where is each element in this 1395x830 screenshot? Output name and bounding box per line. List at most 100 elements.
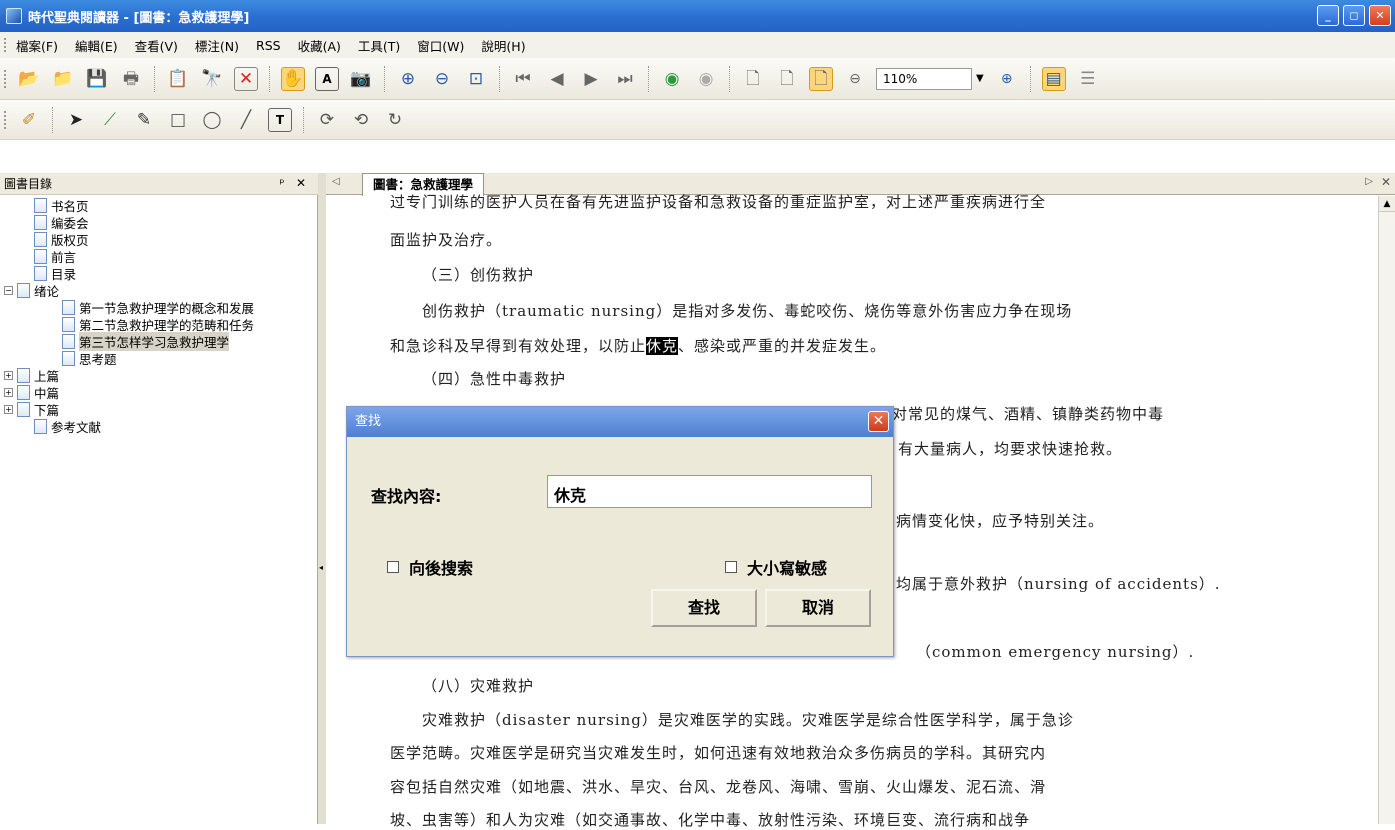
tree-item[interactable]: + 上篇 bbox=[4, 367, 59, 384]
expand-icon[interactable]: + bbox=[4, 371, 13, 380]
single-page-icon[interactable]: 🗋 bbox=[741, 67, 765, 91]
doc-line: 均属于意外救护（nursing of accidents）. bbox=[896, 575, 1221, 593]
menu-window[interactable]: 窗口(W) bbox=[417, 36, 464, 55]
doc-line: 面监护及治疗。 bbox=[390, 231, 503, 249]
collapse-icon[interactable]: − bbox=[4, 286, 13, 295]
tree-item[interactable]: 前言 bbox=[34, 248, 76, 265]
tree-item[interactable]: + 中篇 bbox=[4, 384, 59, 401]
tab-scroll-right-icon[interactable]: ▷ bbox=[1365, 176, 1373, 187]
line-icon[interactable]: ╱ bbox=[234, 108, 258, 132]
match-case-checkbox[interactable]: 大小寫敏感 bbox=[725, 555, 827, 579]
close-window-button[interactable]: ✕ bbox=[1369, 5, 1391, 26]
tree-item-selected[interactable]: 第三节怎样学习急救护理学 bbox=[62, 332, 230, 351]
zoom-dropdown-icon[interactable]: ▼ bbox=[976, 73, 984, 84]
fit-width-icon[interactable]: 🗋 bbox=[809, 66, 833, 91]
pencil-icon[interactable]: ✎ bbox=[132, 108, 156, 132]
open-folder-icon[interactable]: 📂 bbox=[17, 67, 41, 91]
tree-item[interactable]: − 绪论 bbox=[4, 282, 59, 299]
rotate-left-icon[interactable]: ⟲ bbox=[349, 108, 373, 132]
text-box-icon[interactable]: T bbox=[268, 107, 292, 132]
last-page-icon[interactable]: ⏭ bbox=[613, 67, 637, 91]
tree-item[interactable]: 第二节急救护理学的范畴和任务 bbox=[62, 316, 254, 333]
menu-annotate[interactable]: 標注(N) bbox=[195, 36, 239, 55]
snapshot-icon[interactable]: 📷 bbox=[349, 67, 373, 91]
menu-edit[interactable]: 編輯(E) bbox=[75, 36, 118, 55]
back-icon[interactable]: ◉ bbox=[660, 67, 684, 91]
rotate-right-icon[interactable]: ⟳ bbox=[315, 108, 339, 132]
menu-tools[interactable]: 工具(T) bbox=[358, 36, 400, 55]
sidebar-header: 圖書目錄 ᵖ ✕ bbox=[0, 173, 318, 195]
rotate-page-icon[interactable]: ↻ bbox=[383, 108, 407, 132]
tree-item[interactable]: 思考题 bbox=[62, 350, 117, 367]
menu-favorites[interactable]: 收藏(A) bbox=[298, 36, 341, 55]
tree-item[interactable]: + 下篇 bbox=[4, 401, 59, 418]
toolbar-grip[interactable] bbox=[4, 111, 7, 129]
menu-file[interactable]: 檔案(F) bbox=[16, 36, 58, 55]
find-input[interactable]: 休克 bbox=[547, 475, 872, 508]
expand-icon[interactable]: + bbox=[4, 405, 13, 414]
zoom-in-icon[interactable]: ⊕ bbox=[396, 67, 420, 91]
menu-view[interactable]: 查看(V) bbox=[135, 36, 178, 55]
tree-item[interactable]: 第一节急救护理学的概念和发展 bbox=[62, 299, 254, 316]
dialog-close-button[interactable]: ✕ bbox=[868, 411, 889, 432]
text-select-icon[interactable]: A bbox=[315, 66, 339, 91]
main-toolbar: 📂 📁 💾 🖶 📋 🔭 ✕ ✋ A 📷 ⊕ ⊖ ⊡ ⏮ ◀ ▶ ⏭ ◉ ◉ 🗋 … bbox=[0, 58, 1395, 100]
cancel-button[interactable]: 取消 bbox=[765, 589, 871, 627]
scroll-up-icon[interactable]: ▲ bbox=[1379, 196, 1395, 212]
zoom-out-icon[interactable]: ⊖ bbox=[430, 67, 454, 91]
page-icon bbox=[34, 266, 47, 281]
find-binoculars-icon[interactable]: 🔭 bbox=[200, 67, 224, 91]
menu-rss[interactable]: RSS bbox=[256, 38, 281, 53]
ellipse-icon[interactable]: ◯ bbox=[200, 108, 224, 132]
first-page-icon[interactable]: ⏮ bbox=[511, 67, 535, 91]
clipboard-icon[interactable]: 📋 bbox=[166, 67, 190, 91]
search-backward-checkbox[interactable]: 向後搜索 bbox=[387, 555, 473, 579]
toolbar-separator bbox=[384, 65, 385, 92]
hand-tool-icon[interactable]: ✋ bbox=[281, 66, 305, 91]
next-page-icon[interactable]: ▶ bbox=[579, 67, 603, 91]
forward-icon[interactable]: ◉ bbox=[694, 67, 718, 91]
checkbox-box[interactable] bbox=[725, 561, 737, 573]
open-file-icon[interactable]: 📁 bbox=[51, 67, 75, 91]
continuous-view-icon[interactable]: ☰ bbox=[1076, 67, 1100, 91]
toolbar-separator bbox=[1029, 65, 1031, 92]
delete-icon[interactable]: ✕ bbox=[234, 66, 258, 91]
tree-item[interactable]: 书名页 bbox=[34, 197, 89, 214]
panel-splitter[interactable]: ◂ bbox=[318, 173, 326, 824]
highlighter-icon[interactable]: ✐ bbox=[17, 108, 41, 132]
marker-pen-icon[interactable]: ⟋ bbox=[98, 108, 122, 132]
expand-icon[interactable]: + bbox=[4, 388, 13, 397]
previous-page-icon[interactable]: ◀ bbox=[545, 67, 569, 91]
pin-icon[interactable]: ᵖ bbox=[279, 176, 284, 190]
find-button[interactable]: 查找 bbox=[651, 589, 757, 627]
toolbar-grip[interactable] bbox=[4, 70, 7, 88]
print-icon[interactable]: 🖶 bbox=[119, 67, 143, 91]
zoom-decrease-icon[interactable]: ⊖ bbox=[843, 67, 867, 91]
checkbox-box[interactable] bbox=[387, 561, 399, 573]
zoom-area-icon[interactable]: ⊡ bbox=[464, 67, 488, 91]
menu-grip[interactable] bbox=[4, 38, 7, 52]
minimize-button[interactable]: _ bbox=[1317, 5, 1339, 26]
zoom-level-field[interactable]: 110% bbox=[876, 67, 972, 90]
page-view-icon[interactable]: ▤ bbox=[1041, 66, 1066, 91]
doc-line: （三）创伤救护 bbox=[422, 266, 535, 284]
sidebar-close-icon[interactable]: ✕ bbox=[296, 176, 306, 190]
save-icon[interactable]: 💾 bbox=[85, 67, 109, 91]
tree-item[interactable]: 编委会 bbox=[34, 214, 89, 231]
tree-item[interactable]: 目录 bbox=[34, 265, 76, 282]
tree-item[interactable]: 参考文献 bbox=[34, 418, 101, 435]
page-icon bbox=[62, 300, 75, 315]
vertical-scrollbar[interactable]: ▲ bbox=[1378, 196, 1395, 824]
select-arrow-icon[interactable]: ➤ bbox=[64, 108, 88, 132]
tab-close-icon[interactable]: ✕ bbox=[1381, 175, 1391, 189]
collapse-panel-icon[interactable]: ◂ bbox=[319, 563, 323, 572]
menu-help[interactable]: 說明(H) bbox=[481, 36, 525, 55]
maximize-button[interactable]: ◻ bbox=[1343, 5, 1365, 26]
rectangle-icon[interactable]: □ bbox=[166, 108, 190, 132]
fit-page-icon[interactable]: 🗋 bbox=[775, 67, 799, 91]
doc-line: （common emergency nursing）. bbox=[916, 643, 1195, 661]
tab-scroll-left-icon[interactable]: ◁ bbox=[332, 176, 340, 187]
doc-line: 和急诊科及早得到有效处理，以防止休克、感染或严重的并发症发生。 bbox=[390, 335, 886, 356]
zoom-increase-icon[interactable]: ⊕ bbox=[995, 67, 1019, 91]
tree-item[interactable]: 版权页 bbox=[34, 231, 89, 248]
